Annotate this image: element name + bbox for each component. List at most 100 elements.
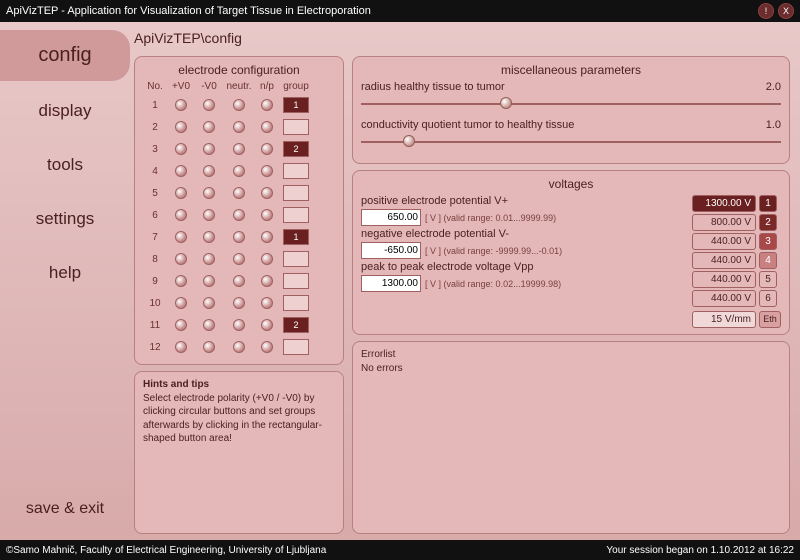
radio-neutr[interactable] — [233, 165, 245, 177]
app-title: ApiVizTEP - Application for Visualizatio… — [6, 5, 371, 17]
sidebar-item-settings[interactable]: settings — [0, 195, 130, 243]
volt-num[interactable]: 4 — [759, 252, 777, 269]
sidebar-item-display[interactable]: display — [0, 87, 130, 135]
radio-neg[interactable] — [203, 319, 215, 331]
voltages-panel: voltages positive electrode potential V+… — [352, 170, 790, 335]
radio-np[interactable] — [261, 341, 273, 353]
radio-neutr[interactable] — [233, 297, 245, 309]
slider-conductivity[interactable] — [361, 133, 781, 151]
radio-np[interactable] — [261, 99, 273, 111]
radio-neutr[interactable] — [233, 121, 245, 133]
volt-num[interactable]: 1 — [759, 195, 777, 212]
volt-preset[interactable]: 440.00 V — [692, 271, 756, 288]
radio-neutr[interactable] — [233, 231, 245, 243]
electrode-title: electrode configuration — [143, 63, 335, 77]
electrode-row: 11 — [143, 94, 335, 116]
radio-pos[interactable] — [175, 99, 187, 111]
volt-num[interactable]: 5 — [759, 271, 777, 288]
volt-num[interactable]: 2 — [759, 214, 777, 231]
volt-preset[interactable]: 440.00 V — [692, 233, 756, 250]
electrode-row: 71 — [143, 226, 335, 248]
radio-neg[interactable] — [203, 253, 215, 265]
close-button[interactable]: X — [778, 3, 794, 19]
radio-neg[interactable] — [203, 165, 215, 177]
volt-title: voltages — [361, 177, 781, 191]
radio-np[interactable] — [261, 165, 273, 177]
group-box[interactable] — [283, 185, 309, 201]
radio-np[interactable] — [261, 187, 273, 199]
electrode-panel: electrode configuration No.+V0-V0neutr.n… — [134, 56, 344, 365]
slider-radius[interactable] — [361, 95, 781, 113]
group-box[interactable]: 2 — [283, 317, 309, 333]
radio-np[interactable] — [261, 297, 273, 309]
radio-pos[interactable] — [175, 341, 187, 353]
group-box[interactable] — [283, 273, 309, 289]
sidebar-item-tools[interactable]: tools — [0, 141, 130, 189]
radio-neutr[interactable] — [233, 143, 245, 155]
radio-neg[interactable] — [203, 121, 215, 133]
group-box[interactable]: 1 — [283, 229, 309, 245]
group-box[interactable] — [283, 163, 309, 179]
vneg-input[interactable] — [361, 242, 421, 259]
radio-np[interactable] — [261, 121, 273, 133]
radio-neg[interactable] — [203, 187, 215, 199]
radio-pos[interactable] — [175, 187, 187, 199]
radio-neutr[interactable] — [233, 319, 245, 331]
sidebar-item-config[interactable]: config — [0, 30, 130, 81]
group-box[interactable]: 2 — [283, 141, 309, 157]
volt-preset[interactable]: 1300.00 V — [692, 195, 756, 212]
radio-np[interactable] — [261, 253, 273, 265]
electrode-row: 12 — [143, 336, 335, 358]
radio-neutr[interactable] — [233, 253, 245, 265]
radio-neutr[interactable] — [233, 275, 245, 287]
group-box[interactable] — [283, 339, 309, 355]
group-box[interactable] — [283, 295, 309, 311]
radio-neg[interactable] — [203, 297, 215, 309]
radio-neg[interactable] — [203, 143, 215, 155]
radio-neg[interactable] — [203, 275, 215, 287]
radio-pos[interactable] — [175, 297, 187, 309]
radio-neutr[interactable] — [233, 187, 245, 199]
radio-pos[interactable] — [175, 275, 187, 287]
electrode-row: 2 — [143, 116, 335, 138]
radio-pos[interactable] — [175, 121, 187, 133]
volt-num[interactable]: 6 — [759, 290, 777, 307]
radio-np[interactable] — [261, 209, 273, 221]
radio-neutr[interactable] — [233, 99, 245, 111]
err-title: Errorlist — [361, 348, 781, 362]
radio-pos[interactable] — [175, 319, 187, 331]
radio-neutr[interactable] — [233, 341, 245, 353]
group-box[interactable]: 1 — [283, 97, 309, 113]
radio-pos[interactable] — [175, 209, 187, 221]
volt-num[interactable]: 3 — [759, 233, 777, 250]
radio-pos[interactable] — [175, 143, 187, 155]
vpp-input[interactable] — [361, 275, 421, 292]
footer: ©Samo Mahnič, Faculty of Electrical Engi… — [0, 540, 800, 560]
group-box[interactable] — [283, 251, 309, 267]
radio-neg[interactable] — [203, 209, 215, 221]
minimize-button[interactable]: ! — [758, 3, 774, 19]
radio-np[interactable] — [261, 143, 273, 155]
volt-preset[interactable]: 440.00 V — [692, 290, 756, 307]
radio-pos[interactable] — [175, 231, 187, 243]
radio-np[interactable] — [261, 275, 273, 287]
group-box[interactable] — [283, 119, 309, 135]
radio-neg[interactable] — [203, 99, 215, 111]
sidebar-item-saveexit[interactable]: save & exit — [0, 486, 130, 532]
electrode-row: 6 — [143, 204, 335, 226]
sidebar-item-help[interactable]: help — [0, 249, 130, 297]
volt-preset[interactable]: 440.00 V — [692, 252, 756, 269]
radio-pos[interactable] — [175, 165, 187, 177]
group-box[interactable] — [283, 207, 309, 223]
radio-np[interactable] — [261, 231, 273, 243]
radio-np[interactable] — [261, 319, 273, 331]
footer-right: Your session began on 1.10.2012 at 16:22 — [606, 545, 794, 556]
radio-pos[interactable] — [175, 253, 187, 265]
radio-neg[interactable] — [203, 341, 215, 353]
eth-button[interactable]: Eth — [759, 311, 781, 328]
radio-neutr[interactable] — [233, 209, 245, 221]
electrode-row: 8 — [143, 248, 335, 270]
radio-neg[interactable] — [203, 231, 215, 243]
volt-preset[interactable]: 800.00 V — [692, 214, 756, 231]
vpos-input[interactable] — [361, 209, 421, 226]
